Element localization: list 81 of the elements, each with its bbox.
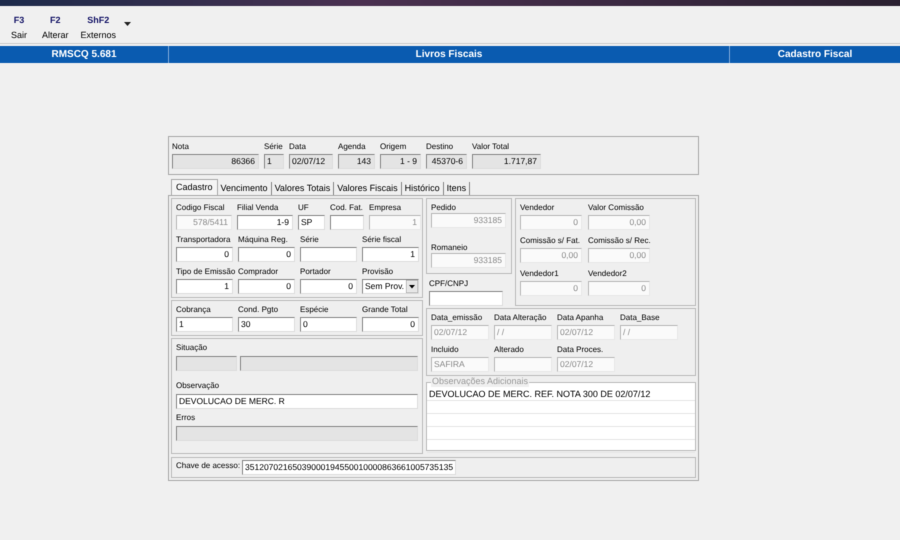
readonly-field: 1 (264, 154, 284, 169)
tab[interactable]: Cadastro (171, 179, 218, 195)
readonly-field: 1 - 9 (380, 154, 421, 169)
field-label: Transportadora (176, 234, 230, 245)
readonly-field: 143 (338, 154, 375, 169)
field-label: Grande Total (362, 304, 408, 315)
input-field[interactable]: 1-9 (237, 215, 293, 230)
field-label: Chave de acesso: (176, 460, 240, 471)
field-label: Comissão s/ Fat. (520, 235, 580, 246)
field-label: Data Proces. (557, 344, 604, 355)
field-label: Observação (176, 380, 220, 391)
field-label: Cod. Fat. (330, 202, 363, 213)
note-line: DEVOLUCAO DE MERC. REF. NOTA 300 DE 02/07/12 (429, 389, 650, 399)
input-field[interactable]: DEVOLUCAO DE MERC. R (176, 394, 418, 409)
input-field[interactable]: 0 (238, 247, 295, 262)
input-field[interactable]: 1 (362, 247, 419, 262)
field-label: Data Apanha (557, 312, 604, 323)
field-label: Série (264, 141, 283, 152)
input-field[interactable]: 1 (176, 279, 233, 294)
toolbar-button[interactable]: F2 Alterar (38, 11, 73, 40)
field-label: Comprador (238, 266, 278, 277)
field-label: Valor Comissão (588, 202, 644, 213)
toolbar-button[interactable]: F3 Sair (4, 11, 34, 40)
input-field[interactable]: 0 (300, 279, 357, 294)
readonly-field: 86366 (172, 154, 259, 169)
field-label: Romaneio (431, 242, 468, 253)
readonly-field: 02/07/12 (289, 154, 333, 169)
caret-icon[interactable] (124, 22, 132, 26)
input-field[interactable]: 0 (300, 317, 357, 332)
field-label: Valor Total (472, 141, 510, 152)
group-title: Observações Adicionais (431, 376, 530, 387)
field-label: Comissão s/ Rec. (588, 235, 651, 246)
field-label: Incluido (431, 344, 459, 355)
input-field[interactable]: 1 (176, 317, 233, 332)
field-label: Origem (380, 141, 406, 152)
section-title: Cadastro Fiscal (776, 48, 854, 62)
input-field[interactable]: 0 (176, 247, 233, 262)
field-label: Empresa (369, 202, 402, 213)
input-field[interactable] (429, 291, 503, 306)
input-field[interactable] (330, 215, 364, 230)
field-label: Data (289, 141, 306, 152)
input-field[interactable]: 0 (362, 317, 419, 332)
field-label: Cond. Pgto (238, 304, 278, 315)
field-label: Série (300, 234, 319, 245)
field-label: Vendedor1 (520, 268, 559, 279)
field-label: Provisão (362, 266, 394, 277)
field-label: Nota (172, 141, 189, 152)
dropdown-arrow-icon (406, 280, 418, 293)
field-label: Filial Venda (237, 202, 278, 213)
field-label: Agenda (338, 141, 366, 152)
dropdown[interactable]: Sem Prov. (362, 279, 419, 294)
readonly-field: 45370-6 (426, 154, 467, 169)
field-label: Vendedor (520, 202, 554, 213)
field-label: Alterado (494, 344, 524, 355)
field-label: CPF/CNPJ (429, 278, 468, 289)
field-label: Pedido (431, 202, 456, 213)
input-field[interactable]: SP (298, 215, 325, 230)
field-label: Série fiscal (362, 234, 402, 245)
screen-title: Livros Fiscais (169, 46, 730, 63)
input-field[interactable]: 30 (238, 317, 295, 332)
readonly-field: 1.717,87 (472, 154, 541, 169)
readonly-field (176, 356, 237, 371)
input-field[interactable]: 0 (238, 279, 295, 294)
field-label: Cobrança (176, 304, 211, 315)
field-label: Vendedor2 (588, 268, 627, 279)
version-label: RMSCQ 5.681 (0, 46, 169, 63)
field-label: Máquina Reg. (238, 234, 288, 245)
field-label: Erros (176, 412, 196, 423)
field-label: Portador (300, 266, 331, 277)
field-label: Destino (426, 141, 454, 152)
field-label: Data_emissão (431, 312, 482, 323)
field-label: Codigo Fiscal (176, 202, 224, 213)
input-field[interactable]: 35120702165039000194550010000863661005735135 (242, 460, 456, 475)
toolbar-button[interactable]: ShF2 Externos (76, 11, 120, 40)
field-label: Data_Base (620, 312, 660, 323)
field-label: UF (298, 202, 309, 213)
field-label: Tipo de Emissão (176, 266, 236, 277)
input-field[interactable] (300, 247, 357, 262)
field-label: Espécie (300, 304, 328, 315)
field-label: Situação (176, 342, 208, 353)
field-label: Data Alteração (494, 312, 546, 323)
